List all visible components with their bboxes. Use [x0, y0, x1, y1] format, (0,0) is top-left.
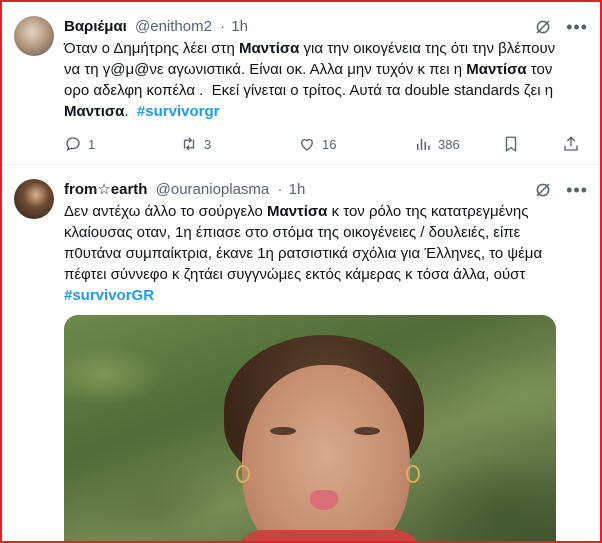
repost-button[interactable]: 3 — [180, 134, 211, 154]
tweet-text-line: Μαντισα. #survivorgr — [64, 103, 220, 120]
tweet-header: Βαριέμαι @enithom2 · 1h ••• — [64, 17, 588, 37]
display-name[interactable]: from☆earth — [64, 181, 147, 198]
tweet-text-line: Δεν αντέχω άλλο το σούργελο Μαντίσα κ το… — [64, 203, 529, 220]
views-icon — [417, 138, 430, 150]
repost-count: 3 — [204, 136, 212, 152]
tweet-text-line: κλαίουσας οταν, 1η έπιασε στο στόμα της … — [64, 224, 521, 241]
views-count: 386 — [438, 136, 460, 152]
photo-shirt — [234, 530, 424, 541]
photo-eye — [270, 427, 296, 435]
avatar[interactable] — [14, 179, 54, 219]
avatar[interactable] — [14, 16, 54, 56]
hashtag-link[interactable]: #survivorGR — [64, 287, 154, 304]
bookmark-icon — [505, 136, 517, 153]
separator-dot: · — [220, 18, 226, 35]
grok-icon[interactable] — [534, 181, 552, 199]
repost-icon — [183, 137, 195, 151]
tweet-text-line: Όταν ο Δημήτρης λέει στη Μαντίσα για την… — [64, 40, 556, 57]
separator-dot: · — [277, 181, 283, 198]
reply-icon — [66, 137, 80, 152]
bold-name: Μαντίσα — [466, 61, 527, 78]
like-count: 16 — [322, 136, 337, 152]
tweet[interactable]: Βαριέμαι @enithom2 · 1h ••• Όταν ο Δημήτ… — [2, 2, 600, 165]
handle[interactable]: @enithom2 — [135, 18, 212, 35]
tweet-text-line: να τη γ@μ@νε αγωνιστικά. Είναι οκ. Αλλα … — [64, 61, 553, 78]
share-button[interactable] — [562, 134, 580, 154]
hashtag-link[interactable]: #survivorgr — [137, 103, 220, 120]
tweet-text-line: #survivorGR — [64, 285, 594, 306]
tweet-text-line: ορο αδελφη κοπέλα . Εκεί γίνεται ο τρίτο… — [64, 82, 554, 99]
bookmark-button[interactable] — [502, 134, 520, 154]
reply-count: 1 — [88, 136, 96, 152]
tweet-text: Όταν ο Δημήτρης λέει στη Μαντίσα για την… — [64, 38, 594, 122]
bold-name: Μαντίσα — [267, 203, 328, 220]
tweet-text: Δεν αντέχω άλλο το σούργελο Μαντίσα κ το… — [64, 201, 594, 306]
tweet-text-line: πέφτει σύννεφο κ ζητάει συγγνώμες εκτός … — [64, 266, 526, 283]
like-button[interactable]: 16 — [298, 134, 336, 154]
more-icon[interactable]: ••• — [566, 181, 588, 199]
tweet-header: from☆earth @ouranioplasma · 1h ••• — [64, 180, 588, 200]
tweet[interactable]: from☆earth @ouranioplasma · 1h ••• Δεν α… — [2, 165, 600, 541]
display-name[interactable]: Βαριέμαι — [64, 18, 127, 35]
bold-name: Μαντίσα — [238, 40, 300, 57]
more-icon[interactable]: ••• — [566, 18, 588, 36]
photo-earring — [406, 465, 420, 483]
tweet-text-line: π0υτάνα συμπαίκτρια, έκανε 1η ρατσιστικά… — [64, 245, 543, 262]
tweet-photo[interactable] — [64, 315, 556, 541]
reply-button[interactable]: 1 — [64, 134, 95, 154]
timestamp[interactable]: 1h — [289, 181, 306, 198]
photo-mouth — [310, 490, 338, 510]
photo-eye — [354, 427, 380, 435]
share-icon — [564, 136, 578, 151]
tweet-actions: 1 3 16 386 — [64, 134, 588, 154]
grok-icon[interactable] — [534, 18, 552, 36]
timestamp[interactable]: 1h — [231, 18, 248, 35]
photo-earring — [236, 465, 250, 483]
bold-name: Μαντισα — [64, 103, 125, 120]
screenshot-frame: Βαριέμαι @enithom2 · 1h ••• Όταν ο Δημήτ… — [0, 0, 602, 543]
photo-face — [242, 365, 410, 541]
like-icon — [301, 138, 313, 151]
handle[interactable]: @ouranioplasma — [156, 181, 270, 198]
views-button[interactable]: 386 — [414, 134, 460, 154]
